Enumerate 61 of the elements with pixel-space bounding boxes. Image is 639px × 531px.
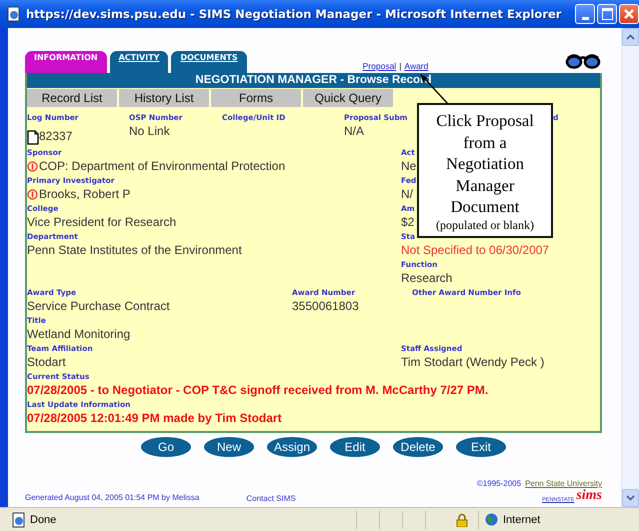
action-button[interactable]: Go — [141, 437, 191, 457]
caret-icon — [626, 34, 635, 40]
nav-button[interactable]: History List — [119, 89, 209, 107]
zone-label: Internet — [503, 514, 540, 526]
field-value: Penn State Institutes of the Environment — [27, 242, 242, 259]
callout-note: (populated or blank) — [435, 218, 535, 232]
field-value: N/ — [401, 186, 413, 203]
action-button[interactable]: New — [204, 437, 254, 457]
minimize-button[interactable] — [575, 4, 595, 24]
caret-icon — [626, 495, 635, 501]
field-value: Stodart — [27, 354, 66, 371]
action-button[interactable]: Edit — [330, 437, 380, 457]
field-value: COP: Department of Environmental Protection — [39, 158, 286, 175]
scroll-down-button[interactable] — [622, 489, 639, 507]
window-title: https://dev.sims.psu.edu - SIMS Negotiation Manager - Microsoft Internet Explorer — [26, 7, 562, 21]
tab[interactable]: INFORMATION — [25, 51, 107, 73]
nav-button[interactable]: Quick Query — [303, 89, 393, 107]
action-button[interactable]: Assign — [267, 437, 317, 457]
action-button[interactable]: Delete — [393, 437, 443, 457]
copyright: ©1995-2005 — [476, 479, 522, 488]
field-value: 3550061803 — [292, 298, 359, 315]
field-value: Not Specified to 06/30/2007 — [401, 242, 550, 259]
field-value: 82337 — [39, 128, 72, 145]
link-separator: | — [399, 61, 402, 71]
globe-icon — [485, 513, 498, 526]
document-icon — [27, 130, 39, 145]
contact-link[interactable]: Contact SIMS — [246, 494, 296, 503]
tab[interactable]: DOCUMENTS — [171, 51, 247, 73]
field-value: Vice President for Research — [27, 214, 176, 231]
tab[interactable]: ACTIVITY — [110, 51, 168, 73]
logo-script: sims — [576, 489, 602, 503]
callout-text: Click Proposal from a Negotiation Manager Document — [435, 110, 535, 218]
nav-button[interactable]: Record List — [27, 89, 117, 107]
page-icon — [12, 512, 26, 528]
link[interactable]: Proposal — [362, 61, 396, 71]
field-value: Brooks, Robert P — [39, 186, 130, 203]
field-value: Tim Stodart (Wendy Peck ) — [401, 354, 544, 371]
university-link[interactable]: Penn State University — [525, 479, 602, 488]
field-value: N/A — [344, 123, 364, 140]
link[interactable]: Award — [404, 61, 428, 71]
alert-icon — [27, 189, 38, 200]
generated-note: Generated August 04, 2005 01:54 PM by Melissa — [25, 492, 200, 503]
action-button[interactable]: Exit — [456, 437, 506, 457]
maximize-button[interactable] — [597, 4, 617, 24]
field-value: Wetland Monitoring — [27, 326, 130, 343]
page-icon — [7, 6, 21, 22]
field-value: No Link — [129, 123, 170, 140]
nav-button[interactable]: Forms — [211, 89, 301, 107]
scroll-up-button[interactable] — [622, 28, 639, 46]
close-button[interactable] — [619, 4, 639, 24]
close-icon — [623, 8, 635, 20]
lock-icon — [456, 512, 468, 526]
status-text: Done — [30, 514, 56, 526]
scrollbar[interactable] — [621, 28, 639, 507]
field-value: Research — [401, 270, 452, 287]
alert-icon — [27, 161, 38, 172]
field-value: Ne — [401, 158, 416, 175]
field-value: $2 — [401, 214, 414, 231]
field-value: Service Purchase Contract — [27, 298, 170, 315]
field-value: 07/28/2005 - to Negotiator - COP T&C signoff received from M. McCarthy 7/27 PM. — [27, 382, 488, 399]
field-value: 07/28/2005 12:01:49 PM made by Tim Stodart — [27, 410, 282, 427]
